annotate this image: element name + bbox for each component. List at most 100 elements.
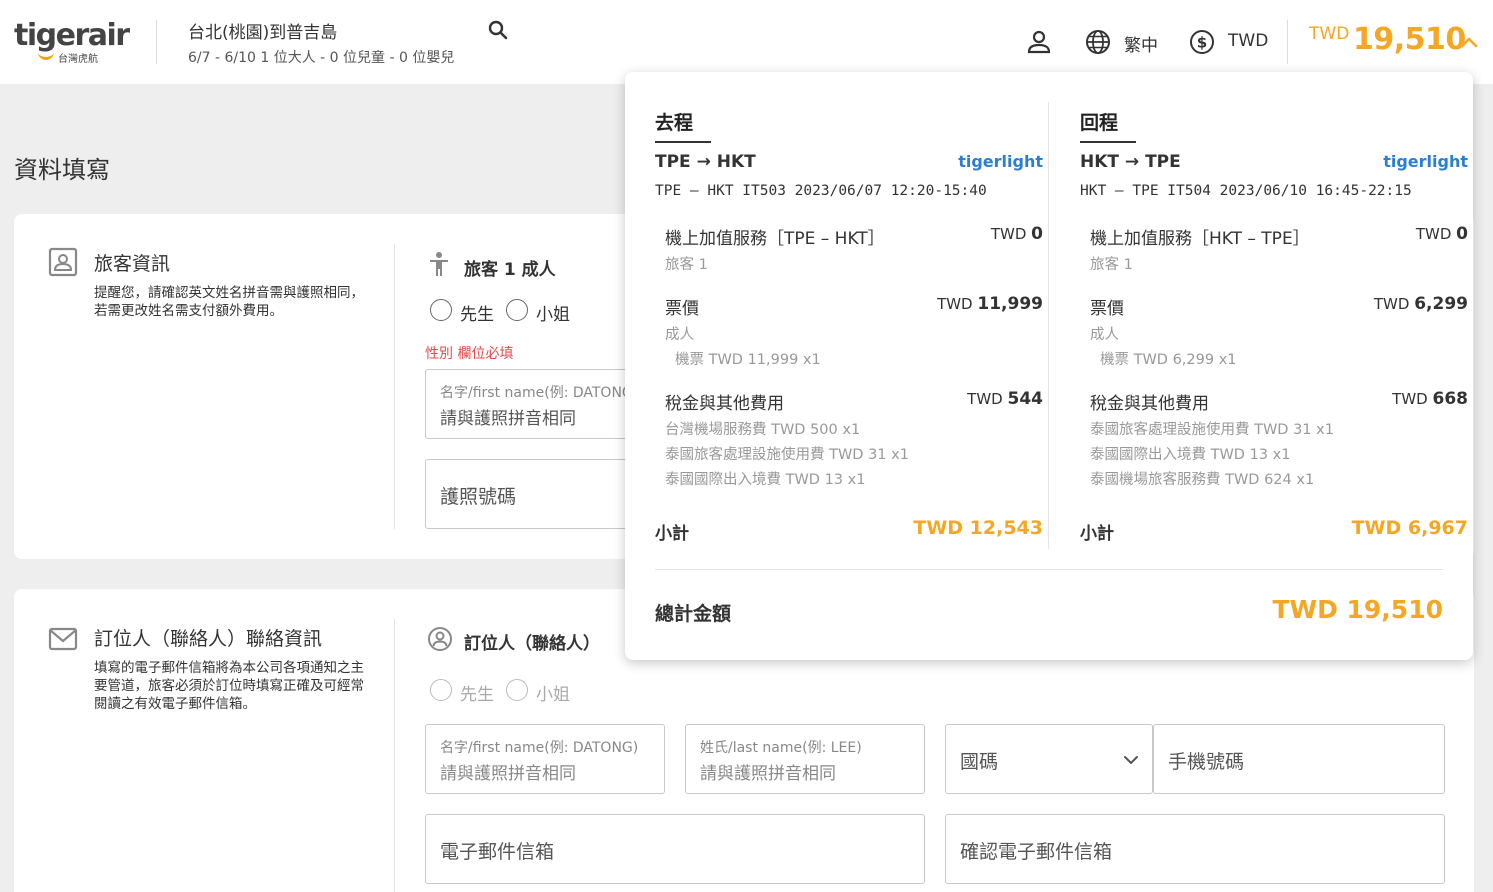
price-breakdown-popup: 去程 TPE → HKT tigerlight TPE – HKT IT503 …: [625, 72, 1473, 660]
section-divider: [394, 619, 395, 892]
outbound-subtotal-label: 小計: [655, 524, 689, 544]
traveler-section-title: 旅客資訊: [94, 253, 171, 275]
outbound-fare-sub2: 機票 TWD 11,999 x1: [675, 352, 821, 368]
inbound-flight-info: HKT – TPE IT504 2023/06/10 16:45-22:15: [1080, 183, 1412, 199]
outbound-fare-brand: tigerlight: [958, 152, 1043, 171]
route-summary: 6/7 - 6/10 1 位大人 - 0 位兒童 - 0 位嬰兒: [188, 50, 455, 66]
outbound-fare-sub1: 成人: [665, 327, 694, 343]
outbound-subtotal-amount: TWD 12,543: [913, 517, 1043, 539]
mail-icon: [48, 627, 78, 651]
person-icon: [430, 252, 448, 276]
language-selector[interactable]: 繁中: [1124, 31, 1158, 56]
country-code-value: 國碼: [960, 751, 999, 773]
outbound-tax-item: 泰國國際出入境費 TWD 13 x1: [665, 472, 866, 488]
logo-smile-icon: [38, 52, 54, 60]
total-currency[interactable]: TWD: [1309, 24, 1349, 44]
outbound-fare-label: 票價: [665, 299, 699, 319]
passenger-title: 旅客 1 成人: [464, 260, 556, 280]
contact-first-name-label: 名字/first name(例: DATONG): [440, 740, 639, 756]
mobile-number-field[interactable]: 手機號碼: [1153, 724, 1445, 794]
inbound-subtotal-label: 小計: [1080, 524, 1114, 544]
page-title: 資料填寫: [14, 156, 110, 184]
user-icon[interactable]: [1026, 28, 1052, 56]
svg-text:$: $: [1197, 34, 1207, 52]
inbound-addon-sub: 旅客 1: [1090, 257, 1133, 273]
contact-first-name-value: 請與護照拼音相同: [440, 764, 576, 784]
inbound-subtotal-amount: TWD 6,967: [1351, 517, 1468, 539]
header-divider-2: [1287, 20, 1288, 64]
email-confirm-placeholder: 確認電子郵件信箱: [960, 841, 1113, 863]
gender-required-error: 性別 欄位必填: [425, 346, 514, 362]
chevron-up-icon[interactable]: [1458, 32, 1480, 52]
search-icon[interactable]: [486, 18, 510, 42]
outbound-addon-sub: 旅客 1: [665, 257, 708, 273]
mobile-number-placeholder: 手機號碼: [1168, 751, 1245, 773]
inbound-fare-brand: tigerlight: [1383, 152, 1468, 171]
inbound-tax-label: 稅金與其他費用: [1090, 394, 1209, 414]
contact-title: 訂位人（聯絡人）: [464, 634, 600, 654]
passport-number-placeholder: 護照號碼: [440, 486, 517, 508]
globe-icon[interactable]: [1085, 29, 1111, 55]
contact-last-name-value: 請與護照拼音相同: [700, 764, 836, 784]
outbound-leg: TPE → HKT: [655, 152, 756, 172]
contact-radio-mr-label: 先生: [460, 685, 494, 705]
outbound-addon-amount: TWD 0: [990, 224, 1043, 244]
contact-first-name-field[interactable]: 名字/first name(例: DATONG) 請與護照拼音相同: [425, 724, 665, 794]
inbound-addon-amount: TWD 0: [1415, 224, 1468, 244]
contact-radio-ms[interactable]: [506, 679, 528, 701]
inbound-column: 回程 HKT → TPE tigerlight HKT – TPE IT504 …: [1080, 72, 1468, 552]
contact-person-icon: [428, 627, 452, 651]
route-title: 台北(桃園)到普吉島: [188, 23, 338, 43]
outbound-title: 去程: [655, 112, 694, 134]
column-divider: [1048, 102, 1049, 549]
radio-ms[interactable]: [506, 299, 528, 321]
contact-last-name-label: 姓氏/last name(例: LEE): [700, 740, 862, 756]
radio-ms-label: 小姐: [536, 305, 570, 325]
grand-total-amount: TWD 19,510: [1272, 595, 1443, 624]
country-code-select[interactable]: 國碼: [945, 724, 1153, 794]
outbound-flight-info: TPE – HKT IT503 2023/06/07 12:20-15:40: [655, 183, 987, 199]
header-divider: [156, 20, 157, 64]
outbound-fare-amount: TWD 11,999: [937, 294, 1043, 314]
tigerair-logo[interactable]: tigerair 台灣虎航: [14, 18, 134, 66]
outbound-tax-item: 台灣機場服務費 TWD 500 x1: [665, 422, 861, 438]
inbound-addon-label: 機上加值服務［HKT – TPE］: [1090, 229, 1310, 249]
contact-radio-ms-label: 小姐: [536, 685, 570, 705]
contact-radio-mr[interactable]: [430, 679, 452, 701]
total-amount[interactable]: 19,510: [1353, 22, 1466, 57]
inbound-title: 回程: [1080, 112, 1119, 134]
contact-section-desc: 填寫的電子郵件信箱將為本公司各項通知之主要管道，旅客必須於訂位時填寫正確及可經常…: [94, 660, 364, 712]
inbound-tax-item: 泰國機場旅客服務費 TWD 624 x1: [1090, 472, 1315, 488]
radio-mr-label: 先生: [460, 305, 494, 325]
inbound-tax-item: 泰國旅客處理設施使用費 TWD 31 x1: [1090, 422, 1334, 438]
email-field[interactable]: 電子郵件信箱: [425, 814, 925, 884]
outbound-addon-label: 機上加值服務［TPE – HKT］: [665, 229, 885, 249]
section-divider: [394, 244, 395, 529]
outbound-underline: [655, 141, 711, 143]
first-name-value: 請與護照拼音相同: [440, 409, 576, 429]
inbound-fare-label: 票價: [1090, 299, 1124, 319]
traveler-section-desc: 提醒您，請確認英文姓名拼音需與護照相同，若需更改姓名需支付額外費用。: [94, 285, 364, 319]
inbound-fare-sub2: 機票 TWD 6,299 x1: [1100, 352, 1237, 368]
chevron-down-icon: [1124, 756, 1138, 764]
inbound-tax-item: 泰國國際出入境費 TWD 13 x1: [1090, 447, 1291, 463]
grand-total-label: 總計金額: [655, 603, 732, 625]
dollar-icon[interactable]: $: [1189, 29, 1215, 55]
first-name-label: 名字/first name(例: DATONG): [440, 385, 639, 401]
currency-selector[interactable]: TWD: [1228, 31, 1268, 51]
id-card-icon: [48, 247, 78, 277]
inbound-underline: [1080, 141, 1136, 143]
outbound-column: 去程 TPE → HKT tigerlight TPE – HKT IT503 …: [655, 72, 1043, 552]
outbound-tax-item: 泰國旅客處理設施使用費 TWD 31 x1: [665, 447, 909, 463]
popup-divider: [655, 569, 1443, 570]
inbound-leg: HKT → TPE: [1080, 152, 1181, 172]
radio-mr[interactable]: [430, 299, 452, 321]
email-placeholder: 電子郵件信箱: [440, 841, 555, 863]
outbound-tax-amount: TWD 544: [967, 389, 1043, 409]
outbound-tax-label: 稅金與其他費用: [665, 394, 784, 414]
email-confirm-field[interactable]: 確認電子郵件信箱: [945, 814, 1445, 884]
inbound-fare-amount: TWD 6,299: [1373, 294, 1468, 314]
contact-last-name-field[interactable]: 姓氏/last name(例: LEE) 請與護照拼音相同: [685, 724, 925, 794]
logo-subtitle: 台灣虎航: [58, 54, 98, 65]
inbound-fare-sub1: 成人: [1090, 327, 1119, 343]
